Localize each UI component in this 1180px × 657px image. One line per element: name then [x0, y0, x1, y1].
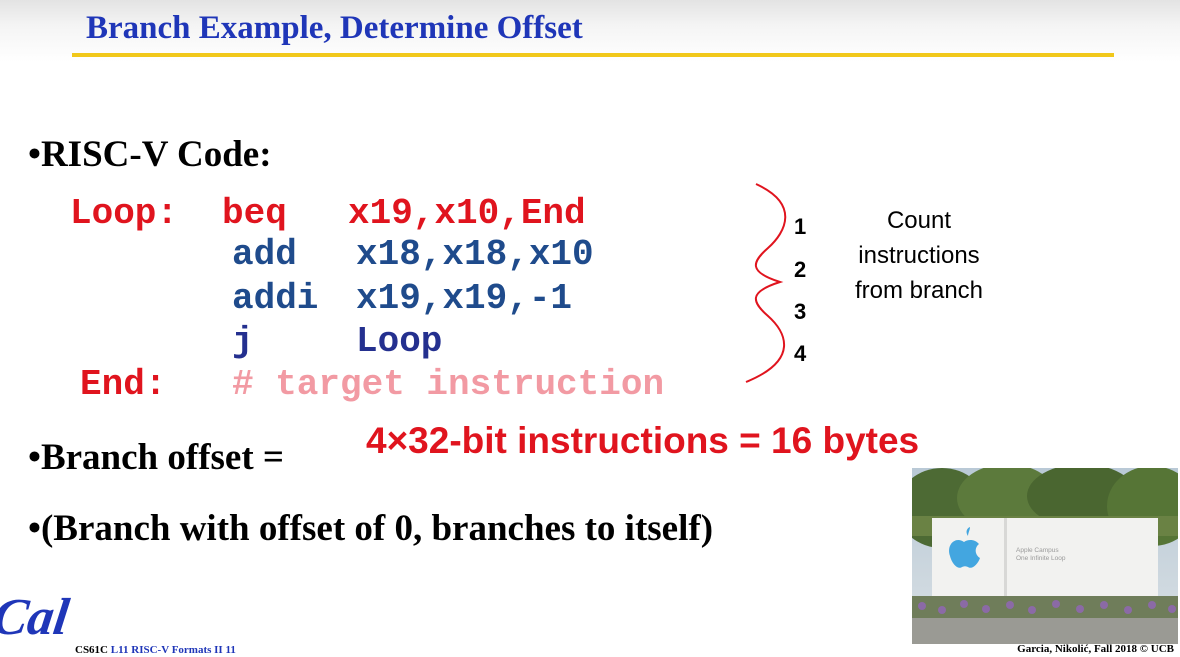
curly-brace: [745, 183, 787, 383]
code-label-loop: Loop:: [70, 193, 179, 234]
code-op-add: add: [232, 234, 297, 275]
bullet-branch-offset: •Branch offset =: [28, 437, 285, 478]
slide-title: Branch Example, Determine Offset: [86, 10, 583, 46]
count-number-3: 3: [794, 299, 807, 324]
photo-sign-line-2: One Infinite Loop: [1016, 555, 1066, 562]
code-op-beq: beq: [222, 193, 287, 234]
code-label-end: End:: [80, 364, 167, 405]
offset-value: 4×32-bit instructions = 16 bytes: [366, 420, 920, 461]
bullet-zero-offset: •(Branch with offset of 0, branches to i…: [28, 508, 714, 549]
cal-logo: Cal: [0, 584, 76, 646]
code-op-j: j: [232, 321, 254, 362]
title-underline: [72, 53, 1114, 57]
footer-lecture: L11 RISC-V Formats II 11: [110, 644, 236, 656]
footer-course: CS61C L11 RISC-V Formats II 11: [75, 644, 236, 656]
footer-credit: Garcia, Nikolić, Fall 2018 © UCB: [1017, 643, 1174, 655]
code-op-addi: addi: [232, 278, 319, 319]
code-comment-target: # target instruction: [232, 364, 665, 405]
count-number-2: 2: [794, 257, 807, 282]
count-note-line-3: from branch: [854, 277, 984, 304]
count-note-line-2: instructions: [858, 242, 980, 269]
apple-campus-photo: Apple Campus One Infinite Loop: [912, 468, 1178, 644]
photo-sign-line-1: Apple Campus: [1016, 547, 1059, 554]
code-args-j: Loop: [356, 321, 443, 362]
code-args-addi: x19,x19,-1: [356, 278, 573, 319]
code-args-beq: x19,x10,End: [348, 193, 586, 234]
count-number-4: 4: [794, 341, 807, 366]
count-number-1: 1: [794, 214, 807, 239]
footer-course-code: CS61C: [75, 644, 109, 656]
count-note: Count instructions from branch: [838, 203, 1000, 308]
bullet-code-heading: •RISC-V Code:: [28, 134, 272, 175]
code-args-add: x18,x18,x10: [356, 234, 594, 275]
count-note-line-1: Count: [886, 207, 952, 234]
svg-text:Cal: Cal: [0, 588, 73, 644]
